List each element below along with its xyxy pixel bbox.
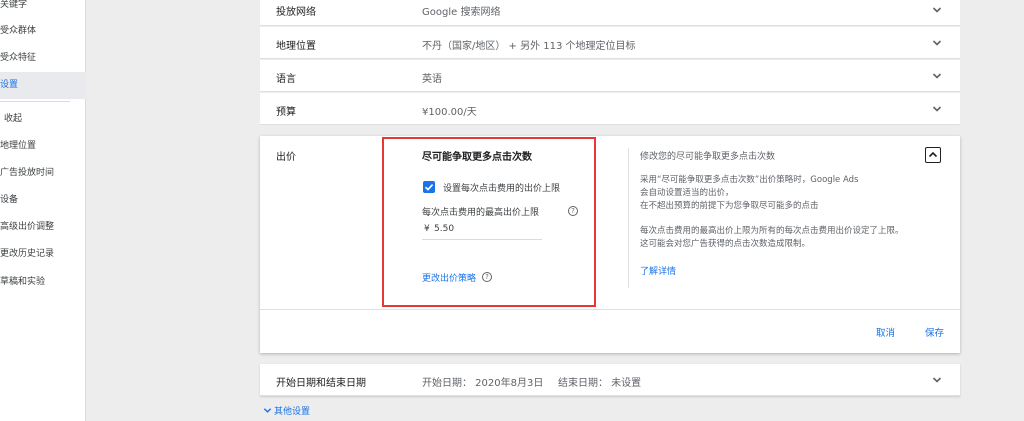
setting-row-language[interactable]: 语言 英语 xyxy=(260,60,960,92)
help-icon[interactable]: ? xyxy=(482,272,492,282)
bidding-label: 出价 xyxy=(276,152,296,163)
sidebar-item-demographics[interactable]: 受众特征 xyxy=(0,45,86,72)
max-cpc-input[interactable]: ¥ 5.50 xyxy=(422,223,542,240)
sidebar-item-drafts-experiments[interactable]: 草稿和实验 xyxy=(0,269,86,296)
sidebar-item-label: 设置 xyxy=(0,80,19,90)
other-settings-toggle[interactable]: 其他设置 xyxy=(263,404,310,417)
chevron-down-icon[interactable] xyxy=(932,375,942,385)
sidebar: 关键字 受众群体 受众特征 设置 收起 地理位置 广告投放时间 设备 高级出价调… xyxy=(0,0,86,421)
info-text: 会自动设置适当的出价， xyxy=(640,188,734,198)
sidebar-item-audiences[interactable]: 受众群体 xyxy=(0,18,86,45)
budget-label: 预算 xyxy=(276,107,296,118)
dates-label: 开始日期和结束日期 xyxy=(276,378,366,389)
setting-row-dates[interactable]: 开始日期和结束日期 开始日期： 2020年8月3日 结束日期： 未设置 xyxy=(260,364,960,396)
sidebar-item-ad-schedule[interactable]: 广告投放时间 xyxy=(0,160,86,187)
info-text: 这可能会对您广告获得的点击次数造成限制。 xyxy=(640,239,811,249)
learn-more-link[interactable]: 了解详情 xyxy=(640,264,676,277)
network-label: 投放网络 xyxy=(276,7,316,18)
max-cpc-label: 每次点击费用的最高出价上限 xyxy=(422,208,540,218)
card-divider xyxy=(260,309,960,310)
location-label: 地理位置 xyxy=(276,41,316,52)
info-title: 修改您的尽可能争取更多点击次数 xyxy=(640,152,776,162)
sidebar-item-locations[interactable]: 地理位置 xyxy=(0,133,86,160)
location-value: 不丹（国家/地区） + 另外 113 个地理定位目标 xyxy=(422,41,636,52)
bidding-panel: 出价 尽可能争取更多点击次数 设置每次点击费用的出价上限 每次点击费用的最高出价… xyxy=(260,136,960,353)
save-button[interactable]: 保存 xyxy=(925,325,944,339)
budget-value: ¥100.00/天 xyxy=(422,107,477,118)
setting-row-budget[interactable]: 预算 ¥100.00/天 xyxy=(260,93,960,125)
sidebar-collapse[interactable]: 收起 xyxy=(0,106,86,133)
sidebar-item-label: 收起 xyxy=(4,114,23,124)
chevron-down-icon[interactable] xyxy=(932,38,942,48)
setting-row-network[interactable]: 投放网络 Google 搜索网络 xyxy=(260,0,960,26)
end-date: 结束日期： 未设置 xyxy=(558,378,642,389)
sidebar-item-label: 受众特征 xyxy=(0,53,37,63)
sidebar-item-label: 广告投放时间 xyxy=(0,168,55,178)
collapse-button[interactable] xyxy=(925,147,941,163)
change-bid-strategy-link[interactable]: 更改出价策略 xyxy=(422,271,476,284)
info-text: 在不超出预算的前提下为您争取尽可能多的点击 xyxy=(640,201,819,211)
sidebar-item-label: 高级出价调整 xyxy=(0,222,55,232)
chevron-down-icon[interactable] xyxy=(932,104,942,114)
sidebar-item-bid-adjustments[interactable]: 高级出价调整 xyxy=(0,214,86,241)
max-cpc-checkbox[interactable] xyxy=(423,181,435,193)
panel-divider xyxy=(628,148,629,288)
max-cpc-value: 5.50 xyxy=(434,224,455,234)
language-label: 语言 xyxy=(276,74,296,85)
sidebar-item-label: 更改历史记录 xyxy=(0,249,55,259)
sidebar-item-label: 受众群体 xyxy=(0,26,37,36)
info-text: 采用“尽可能争取更多点击次数”出价策略时，Google Ads xyxy=(640,175,859,185)
chevron-down-icon[interactable] xyxy=(932,71,942,81)
bid-strategy-title: 尽可能争取更多点击次数 xyxy=(422,152,532,163)
currency-symbol: ¥ xyxy=(424,224,430,234)
max-cpc-checkbox-label[interactable]: 设置每次点击费用的出价上限 xyxy=(443,181,560,194)
sidebar-item-keywords[interactable]: 关键字 xyxy=(0,0,86,19)
sidebar-item-change-history[interactable]: 更改历史记录 xyxy=(0,241,86,268)
sidebar-item-label: 设备 xyxy=(0,195,19,205)
sidebar-divider xyxy=(0,101,70,102)
sidebar-item-devices[interactable]: 设备 xyxy=(0,187,86,214)
network-value: Google 搜索网络 xyxy=(422,7,501,18)
start-date: 开始日期： 2020年8月3日 xyxy=(422,378,544,389)
info-text: 每次点击费用的最高出价上限为所有的每次点击费用出价设定了上限。 xyxy=(640,226,904,236)
other-settings-label: 其他设置 xyxy=(274,407,311,417)
chevron-down-icon[interactable] xyxy=(932,5,942,15)
language-value: 英语 xyxy=(422,74,442,85)
check-icon xyxy=(424,184,434,191)
chevron-down-icon xyxy=(263,408,272,413)
sidebar-item-label: 地理位置 xyxy=(0,141,37,151)
chevron-up-icon xyxy=(928,151,938,158)
sidebar-item-label: 草稿和实验 xyxy=(0,277,46,287)
sidebar-item-settings[interactable]: 设置 xyxy=(0,72,86,99)
setting-row-location[interactable]: 地理位置 不丹（国家/地区） + 另外 113 个地理定位目标 xyxy=(260,27,960,59)
cancel-button[interactable]: 取消 xyxy=(876,325,895,339)
help-icon[interactable]: ? xyxy=(568,206,578,216)
sidebar-item-label: 关键字 xyxy=(0,0,28,10)
